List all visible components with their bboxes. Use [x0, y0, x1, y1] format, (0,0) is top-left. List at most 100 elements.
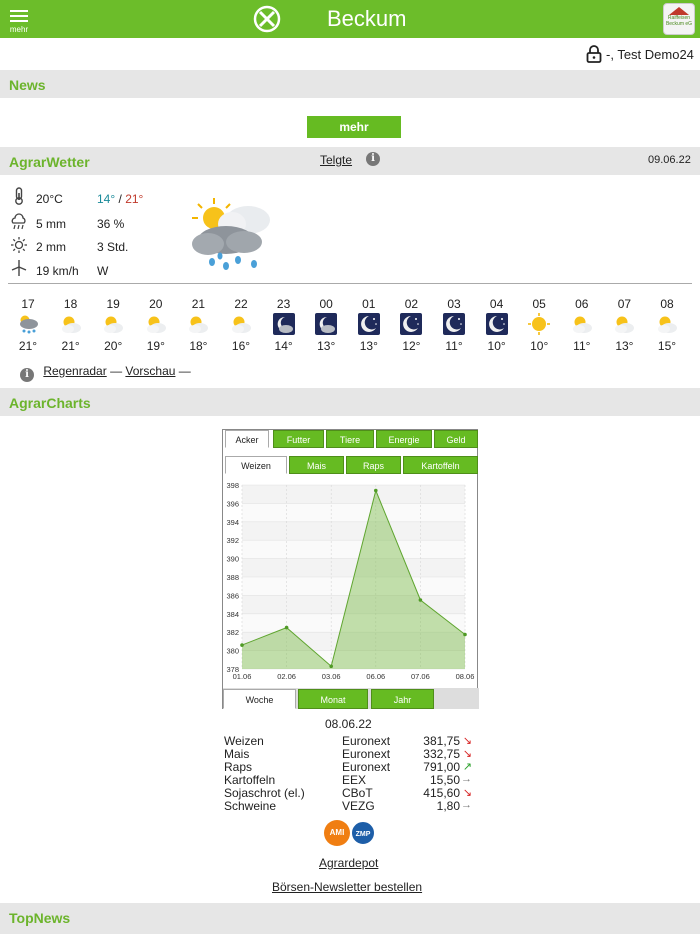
rain-cloud-icon [11, 213, 26, 230]
x-tick-label: 01.06 [233, 672, 252, 681]
brand-text: Raiffeisen Beckum eG [665, 15, 693, 27]
y-tick-label: 382 [226, 628, 239, 637]
y-tick-label: 398 [226, 481, 239, 490]
link-separator: — [110, 364, 123, 378]
weather-divider [8, 283, 692, 284]
y-tick-label: 384 [226, 610, 239, 619]
x-tick-label: 07.06 [411, 672, 430, 681]
grid-band [242, 540, 465, 559]
grid-band [242, 521, 465, 541]
market-name: Raps [224, 760, 253, 774]
hour-column: 22 16° [226, 297, 256, 353]
ami-logo[interactable]: AMI [324, 820, 350, 846]
lock-icon[interactable] [586, 45, 602, 63]
price-point [329, 664, 333, 669]
subtab-mais[interactable]: Mais [289, 456, 344, 474]
hour-label: 17 [21, 297, 35, 311]
price-point [284, 625, 289, 630]
moon-stars-icon [443, 313, 465, 335]
period-jahr[interactable]: Jahr [371, 689, 434, 709]
topnews-title: TopNews [9, 910, 71, 926]
charts-title: AgrarCharts [9, 395, 91, 411]
grid-band [242, 485, 465, 504]
market-exchange: EEX [342, 773, 367, 787]
thermometer-icon [15, 187, 23, 205]
subtab-raps[interactable]: Raps [346, 456, 401, 474]
price-point [463, 632, 467, 637]
hour-column: 01 13° [354, 297, 384, 353]
current-temperature: 20°C [36, 192, 63, 206]
news-more-button[interactable]: mehr [307, 116, 401, 138]
market-name: Schweine [224, 799, 277, 813]
radar-link[interactable]: Regenradar [43, 364, 106, 378]
sun-outline-icon [11, 237, 27, 253]
hour-temperature: 13° [359, 339, 378, 353]
trend-arrow-icon: ↘ [462, 735, 472, 747]
tab-tiere[interactable]: Tiere [326, 430, 374, 448]
agrardepot-link[interactable]: Agrardepot [319, 856, 378, 870]
market-row[interactable]: Schweine VEZG 1,80 → [224, 799, 474, 813]
hour-temperature: 10° [530, 339, 549, 353]
brand-roof-icon [669, 7, 689, 15]
hour-label: 22 [234, 297, 248, 311]
wind-direction: W [97, 264, 109, 278]
top-bar: mehr Beckum Raiffeisen Beckum eG [0, 0, 700, 38]
user-bar: -, Test Demo24 [0, 38, 700, 70]
tab-futter[interactable]: Futter [273, 430, 324, 448]
y-tick-label: 388 [226, 573, 239, 582]
market-row[interactable]: Kartoffeln EEX 15,50 → [224, 773, 474, 787]
crossed-tools-icon[interactable] [253, 5, 281, 33]
subtab-weizen[interactable]: Weizen [225, 456, 287, 474]
temp-min: 14° [97, 192, 116, 206]
period-woche[interactable]: Woche [223, 689, 296, 709]
moon-cloud-icon [272, 313, 295, 335]
topnews-section-header: TopNews [0, 903, 700, 934]
tab-energie[interactable]: Energie [376, 430, 432, 448]
weather-location-link[interactable]: Telgte [320, 153, 352, 167]
moon-stars-icon [400, 313, 423, 335]
hour-temperature: 21° [18, 339, 38, 353]
sun-cloud-icon [104, 316, 124, 333]
market-exchange: Euronext [342, 734, 391, 748]
charts-section-header: AgrarCharts [0, 388, 700, 416]
moon-stars-icon [357, 313, 380, 335]
hour-temperature: 10° [487, 339, 506, 353]
y-tick-label: 392 [226, 536, 239, 545]
info-icon[interactable]: i [20, 368, 34, 382]
hour-label: 03 [447, 297, 461, 311]
hour-temperature: 21° [61, 339, 80, 353]
market-row[interactable]: Raps Euronext 791,00 ↗ [224, 760, 474, 774]
wind-speed: 19 km/h [36, 264, 79, 278]
weather-links: i Regenradar — Vorschau — [20, 364, 191, 382]
hour-label: 02 [404, 297, 419, 311]
news-title: News [9, 77, 46, 93]
tab-geld[interactable]: Geld [434, 430, 478, 448]
hour-column: 04 10° [482, 297, 512, 353]
info-icon[interactable]: i [366, 152, 380, 166]
market-exchange: VEZG [342, 799, 375, 813]
hour-column: 19 20° [98, 297, 128, 353]
tab-acker[interactable]: Acker [225, 430, 269, 448]
subtab-kartoffeln[interactable]: Kartoffeln [403, 456, 478, 474]
hour-label: 23 [276, 297, 291, 311]
zmp-logo[interactable]: ZMP [350, 820, 376, 846]
hour-label: 05 [532, 297, 546, 311]
market-row[interactable]: Sojaschrot (el.) CBoT 415,60 ↘ [224, 786, 474, 800]
market-row[interactable]: Weizen Euronext 381,75 ↘ [224, 734, 474, 748]
market-row[interactable]: Mais Euronext 332,75 ↘ [224, 747, 474, 761]
forecast-link[interactable]: Vorschau [125, 364, 175, 378]
hour-column: 08 15° [652, 297, 682, 353]
newsletter-link[interactable]: Börsen-Newsletter bestellen [272, 880, 422, 894]
user-name[interactable]: -, Test Demo24 [606, 47, 694, 62]
hour-column: 21 18° [183, 297, 213, 353]
brand-logo[interactable]: Raiffeisen Beckum eG [663, 3, 695, 35]
trend-arrow-icon: ↘ [462, 748, 472, 760]
menu-button[interactable]: mehr [6, 6, 32, 36]
period-monat[interactable]: Monat [298, 689, 368, 709]
hour-column: 17 21° [13, 297, 43, 353]
hour-column: 20 19° [141, 297, 171, 353]
moon-stars-icon [485, 313, 508, 335]
hamburger-icon [10, 10, 28, 22]
news-section-header: News [0, 70, 700, 98]
price-chart: 37838038238438638839039239439639801.06 02… [226, 481, 474, 681]
